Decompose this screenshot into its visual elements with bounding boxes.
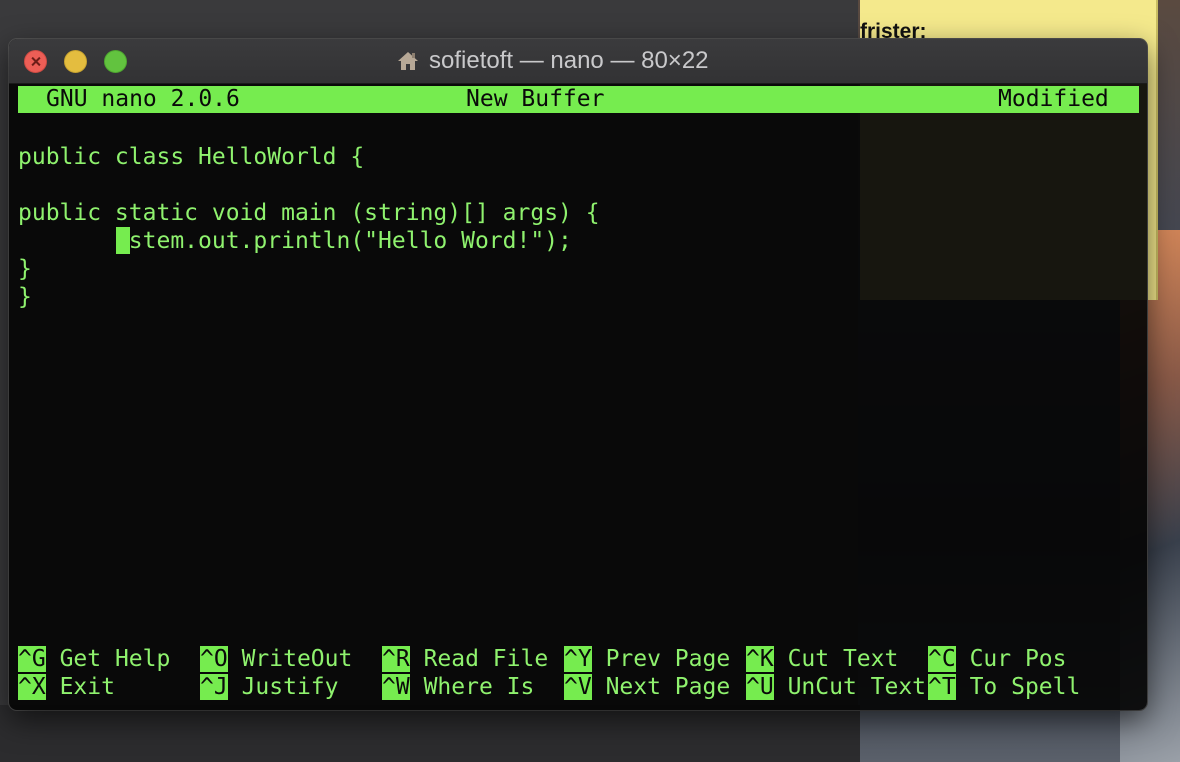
shortcut-label: Exit <box>59 674 115 700</box>
editor-line[interactable]: } <box>18 255 32 283</box>
nano-status: Modified <box>998 86 1109 112</box>
shortcut-read-file[interactable]: ^R Read File <box>382 646 548 673</box>
shortcut-key: ^G <box>18 646 46 672</box>
shortcut-writeout[interactable]: ^O WriteOut <box>200 646 352 673</box>
nano-version: GNU nano 2.0.6 <box>46 86 240 112</box>
text-cursor <box>116 227 130 254</box>
nano-buffer-name: New Buffer <box>466 86 605 112</box>
shortcut-label: Cut Text <box>787 646 899 672</box>
shortcut-key: ^W <box>382 674 410 700</box>
shortcut-key: ^T <box>928 674 956 700</box>
shortcut-label: Where Is <box>423 674 535 700</box>
editor-line[interactable]: public static void main (string)[] args)… <box>18 199 600 227</box>
shortcut-key: ^O <box>200 646 228 672</box>
shortcut-cur-pos[interactable]: ^C Cur Pos <box>928 646 1067 673</box>
shortcut-label: UnCut Text <box>787 674 927 700</box>
close-button[interactable] <box>24 50 47 73</box>
nano-header-bar: GNU nano 2.0.6 New Buffer Modified <box>18 86 1139 113</box>
window-title-text: sofietoft — nano — 80×22 <box>429 47 709 74</box>
shortcut-exit[interactable]: ^X Exit <box>18 674 115 701</box>
shortcut-cut-text[interactable]: ^K Cut Text <box>746 646 898 673</box>
shortcut-get-help[interactable]: ^G Get Help <box>18 646 170 673</box>
home-icon <box>398 52 418 70</box>
shortcut-key: ^C <box>928 646 956 672</box>
shortcut-label: Cur Pos <box>969 646 1067 672</box>
shortcut-justify[interactable]: ^J Justify <box>200 674 339 701</box>
zoom-button[interactable] <box>104 50 127 73</box>
shortcut-to-spell[interactable]: ^T To Spell <box>928 674 1080 701</box>
shortcut-key: ^R <box>382 646 410 672</box>
shortcut-key: ^J <box>200 674 228 700</box>
shortcut-label: Justify <box>241 674 339 700</box>
shortcut-uncut-text[interactable]: ^U UnCut Text <box>746 674 926 701</box>
editor-line[interactable]: } <box>18 283 32 311</box>
shortcut-next-page[interactable]: ^V Next Page <box>564 674 730 701</box>
shortcut-key: ^X <box>18 674 46 700</box>
shortcut-label: Next Page <box>605 674 731 700</box>
minimize-button[interactable] <box>64 50 87 73</box>
shortcut-where-is[interactable]: ^W Where Is <box>382 674 534 701</box>
shortcut-key: ^U <box>746 674 774 700</box>
shortcut-key: ^K <box>746 646 774 672</box>
terminal-content[interactable]: GNU nano 2.0.6 New Buffer Modified publi… <box>18 86 1139 701</box>
shortcut-key: ^Y <box>564 646 592 672</box>
editor-line[interactable]: public class HelloWorld { <box>18 143 364 171</box>
shortcut-key: ^V <box>564 674 592 700</box>
window-title: sofietoft — nano — 80×22 <box>396 39 709 83</box>
shortcut-label: WriteOut <box>241 646 353 672</box>
shortcut-label: Read File <box>423 646 549 672</box>
close-icon <box>31 57 40 66</box>
desktop-background <box>0 705 860 762</box>
shortcut-prev-page[interactable]: ^Y Prev Page <box>564 646 730 673</box>
shortcut-label: Prev Page <box>605 646 731 672</box>
terminal-window[interactable]: sofietoft — nano — 80×22 GNU nano 2.0.6 … <box>9 39 1147 710</box>
shortcut-label: Get Help <box>59 646 171 672</box>
editor-line[interactable]: ystem.out.println("Hello Word!"); <box>18 227 572 255</box>
shortcut-label: To Spell <box>969 674 1081 700</box>
title-bar[interactable]: sofietoft — nano — 80×22 <box>9 39 1147 84</box>
